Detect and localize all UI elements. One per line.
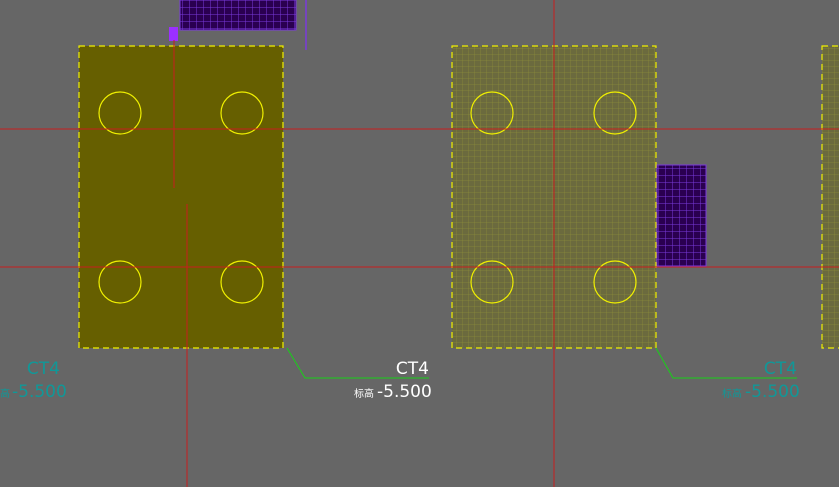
pile-cap-right-partial[interactable] <box>821 45 839 349</box>
elevation-prefix: 标高 <box>722 387 742 400</box>
elevation-prefix: 标高 <box>354 387 374 400</box>
column-right[interactable] <box>656 164 707 267</box>
pile-cap-code: CT4 <box>764 359 797 379</box>
pile-cap-label-right[interactable]: CT4 标高 -5.500 <box>722 359 800 402</box>
pile-cap-label-left[interactable]: CT4 标高 -5.500 <box>0 359 67 402</box>
elevation-value: -5.500 <box>745 382 800 402</box>
elevation-prefix: 标高 <box>0 387 10 400</box>
elevation-value: -5.500 <box>377 382 432 402</box>
pile-cap-label-center[interactable]: CT4 标高 -5.500 <box>354 359 432 402</box>
pile-cap-left[interactable] <box>78 45 284 349</box>
column-top[interactable] <box>169 0 307 50</box>
pile-cap-code: CT4 <box>396 359 429 379</box>
elevation-value: -5.500 <box>12 382 67 402</box>
pile-cap-code: CT4 <box>27 359 60 379</box>
grip-handle[interactable] <box>169 27 178 41</box>
cad-drawing-canvas[interactable]: CT4 标高 -5.500 CT4 标高 -5.500 CT4 标高 -5.50… <box>0 0 839 487</box>
